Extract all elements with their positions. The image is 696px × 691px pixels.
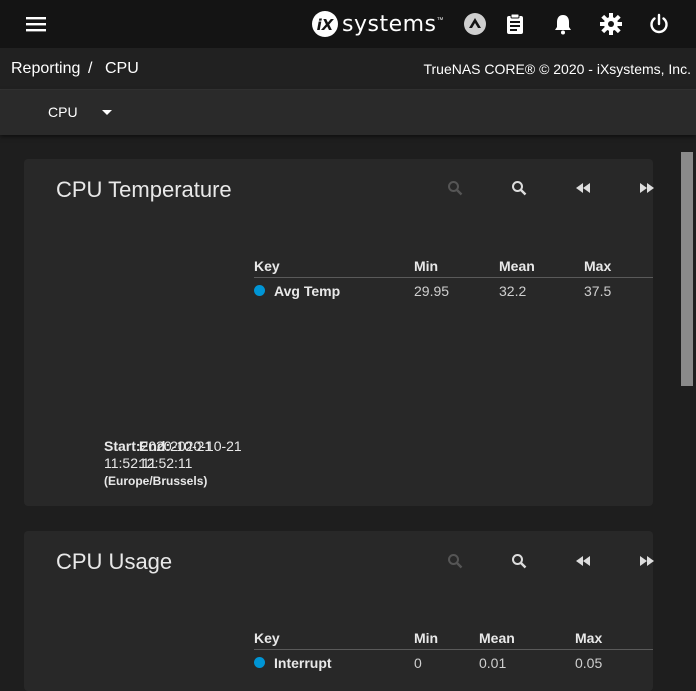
power-icon[interactable] <box>647 12 671 36</box>
legend-header-min: Min <box>414 258 439 274</box>
top-toolbar: iX systems ™ <box>0 0 696 48</box>
report-toolbar: CPU <box>0 90 696 135</box>
chevron-down-icon <box>101 109 112 115</box>
ix-logo-mark-icon: iX <box>312 11 338 37</box>
report-type-value: CPU <box>48 104 78 120</box>
legend-row: Avg Temp 29.95 32.2 37.5 <box>254 283 653 303</box>
clipboard-icon[interactable] <box>503 12 527 36</box>
series-name: Interrupt <box>274 655 332 671</box>
series-min: 0 <box>414 655 422 671</box>
svg-text:iX: iX <box>317 16 335 34</box>
series-name: Avg Temp <box>274 283 341 299</box>
menu-icon[interactable] <box>24 12 48 36</box>
legend-row: Interrupt 0 0.01 0.05 <box>254 655 653 675</box>
series-mean: 32.2 <box>499 283 527 299</box>
end-label: End: <box>139 438 171 454</box>
step-forward-icon[interactable] <box>637 551 657 571</box>
report-card-cpu-usage: CPU Usage Key Min Mean Max Interrupt 0 0… <box>24 531 654 691</box>
step-forward-icon[interactable] <box>637 178 657 198</box>
report-card-cpu-temperature: CPU Temperature Key Min Mean Max Avg Tem… <box>24 159 654 506</box>
series-mean: 0.01 <box>479 655 507 671</box>
card-title: CPU Usage <box>56 549 173 574</box>
step-back-icon[interactable] <box>573 178 593 198</box>
card-title: CPU Temperature <box>56 177 232 202</box>
breadcrumb-separator: / <box>88 60 93 77</box>
series-min: 29.95 <box>414 283 450 299</box>
bell-icon[interactable] <box>551 12 575 36</box>
legend-header: Key Min Mean Max <box>254 630 653 650</box>
scrollbar-thumb[interactable] <box>681 152 693 386</box>
breadcrumb-reporting[interactable]: Reporting <box>11 60 80 78</box>
step-back-icon[interactable] <box>573 551 593 571</box>
series-max: 37.5 <box>584 283 612 299</box>
start-label: Start: <box>104 438 141 454</box>
legend-header-key: Key <box>254 630 280 646</box>
series-color-dot <box>254 285 265 296</box>
zoom-out-icon[interactable] <box>445 551 465 571</box>
zoom-out-icon[interactable] <box>445 178 465 198</box>
legend-header-max: Max <box>575 630 603 646</box>
ixsystems-logo: iX systems ™ <box>310 9 444 39</box>
legend-header-mean: Mean <box>499 258 535 274</box>
end-time: 12:52:11 <box>139 455 193 471</box>
breadcrumb: Reporting / CPU TrueNAS CORE® © 2020 - i… <box>0 48 696 90</box>
legend-header-mean: Mean <box>479 630 515 646</box>
legend-header-max: Max <box>584 258 612 274</box>
legend-header-key: Key <box>254 258 280 274</box>
timezone-label: (Europe/Brussels) <box>104 474 208 488</box>
breadcrumb-current: CPU <box>105 60 139 77</box>
logo-trademark: ™ <box>436 17 444 24</box>
report-type-select[interactable]: CPU <box>48 104 112 120</box>
legend-header-min: Min <box>414 630 439 646</box>
time-range-end: End:2020-10-21 12:52:11 <box>139 438 242 471</box>
logo-text: systems <box>342 11 437 37</box>
zoom-in-icon[interactable] <box>509 551 529 571</box>
truecommand-icon[interactable] <box>463 12 487 36</box>
page-scrollbar[interactable] <box>680 150 694 663</box>
gear-icon[interactable] <box>599 12 623 36</box>
series-max: 0.05 <box>575 655 603 671</box>
copyright-text: TrueNAS CORE® © 2020 - iXsystems, Inc. <box>423 61 691 77</box>
end-date: 2020-10-21 <box>170 438 242 454</box>
legend-header: Key Min Mean Max <box>254 258 653 278</box>
zoom-in-icon[interactable] <box>509 178 529 198</box>
